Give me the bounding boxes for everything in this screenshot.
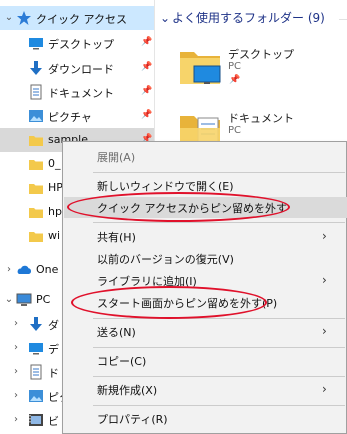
chevron-right-icon[interactable]: › [3,263,15,277]
folder-icon [29,136,43,146]
chevron-down-icon[interactable]: ⌄ [3,11,15,25]
folder-icon [29,184,43,194]
menu-item-properties[interactable]: プロパティ(R) [64,408,347,429]
nav-item-label: One [36,263,59,276]
star-icon [17,11,31,25]
nav-item-label: クイック アクセス [36,13,127,26]
nav-item-label: デ [48,343,59,356]
chevron-right-icon[interactable]: › [10,317,22,331]
document-icon [30,84,42,100]
desktop-icon [29,38,43,50]
chevron-right-icon[interactable]: › [10,365,22,379]
menu-item-label: ライブラリに追加(I) [97,275,197,288]
nav-item-label: HP [48,181,63,194]
pin-icon: 📌 [229,75,241,85]
menu-item-label: プロパティ(R) [97,413,168,426]
menu-item-label: 新しいウィンドウで開く(E) [97,180,234,193]
submenu-arrow-icon: › [322,324,327,338]
menu-item-copy[interactable]: コピー(C) [64,350,347,371]
menu-item-open-new-window[interactable]: 新しいウィンドウで開く(E) [64,175,347,196]
menu-item-send-to[interactable]: 送る(N) › [64,321,347,342]
group-divider [339,19,347,20]
tile-name: デスクトップ [228,48,294,61]
menu-item-label: コピー(C) [97,355,147,368]
folder-icon [29,208,43,218]
menu-item-new[interactable]: 新規作成(X) › [64,379,347,400]
pin-icon: 📌 [141,110,153,120]
download-arrow-icon [30,61,42,75]
menu-item-unpin-start[interactable]: スタート画面からピン留めを外す(P) [64,292,347,313]
menu-item-label: スタート画面からピン留めを外す(P) [97,297,278,310]
nav-item-label: PC [36,293,51,306]
menu-item-label: 以前のバージョンの復元(V) [97,253,234,266]
menu-item-unpin-quick-access[interactable]: クイック アクセスからピン留めを外す [64,197,347,218]
submenu-arrow-icon: › [322,382,327,396]
folder-icon [29,232,43,242]
nav-item-documents[interactable]: ドキュメント 📌 [0,80,154,104]
nav-item-downloads[interactable]: ダウンロード 📌 [0,56,154,80]
menu-separator [93,318,345,319]
menu-item-add-to-library[interactable]: ライブラリに追加(I) › [64,270,347,291]
nav-item-label: hp [48,205,62,218]
menu-item-share[interactable]: 共有(H) › [64,226,347,247]
desktop-icon [29,343,43,355]
nav-item-label: 0_ [48,157,61,170]
download-arrow-icon [30,317,42,331]
pin-icon: 📌 [141,37,153,47]
menu-separator [93,405,345,406]
nav-item-label: ドキュメント [48,87,114,100]
group-header-label: よく使用するフォルダー (9) [172,11,325,25]
folder-tile-desktop[interactable]: デスクトップ PC 📌 [178,42,347,102]
chevron-right-icon[interactable]: › [10,341,22,355]
picture-icon [29,110,43,122]
nav-item-quick-access[interactable]: ⌄ クイック アクセス [0,6,154,30]
menu-item-label: 共有(H) [97,231,136,244]
picture-icon [29,390,43,402]
nav-item-desktop[interactable]: デスクトップ 📌 [0,31,154,55]
group-header-frequent-folders[interactable]: ⌄ よく使用するフォルダー (9) [160,9,325,26]
pin-icon: 📌 [141,62,153,72]
nav-item-label: wi [48,229,61,242]
nav-item-label: ピクチャ [48,111,92,124]
nav-item-pictures[interactable]: ピクチャ 📌 [0,104,154,128]
menu-item-restore-previous-versions[interactable]: 以前のバージョンの復元(V) [64,248,347,269]
pin-icon: 📌 [141,86,153,96]
menu-item-label: 送る(N) [97,326,136,339]
tile-location: PC [228,125,242,136]
document-icon [30,364,42,380]
nav-item-label: ビ [48,415,59,428]
menu-separator [93,222,345,223]
nav-item-label: ダウンロード [48,63,114,76]
nav-item-label: デスクトップ [48,38,114,51]
submenu-arrow-icon: › [322,229,327,243]
chevron-down-icon[interactable]: ⌄ [3,293,15,307]
submenu-arrow-icon: › [322,273,327,287]
menu-separator [93,172,345,173]
nav-item-label: ド [48,367,59,380]
menu-separator [93,347,345,348]
tile-location: PC [228,61,242,72]
menu-item-label: 展開(A) [97,151,136,164]
nav-item-label: ダ [48,319,59,332]
chevron-right-icon[interactable]: › [10,389,22,403]
video-icon [29,414,43,426]
cloud-icon [17,265,32,274]
context-menu: 展開(A) 新しいウィンドウで開く(E) クイック アクセスからピン留めを外す … [62,141,347,434]
desktop-folder-icon [180,52,221,84]
menu-separator [93,376,345,377]
menu-item-expand[interactable]: 展開(A) [64,146,347,167]
pc-icon [16,293,32,306]
menu-item-label: クイック アクセスからピン留めを外す [97,202,287,215]
menu-item-label: 新規作成(X) [97,384,158,397]
chevron-right-icon[interactable]: › [10,413,22,427]
folder-icon [29,160,43,170]
chevron-down-icon: ⌄ [160,11,171,25]
tile-name: ドキュメント [228,112,294,125]
